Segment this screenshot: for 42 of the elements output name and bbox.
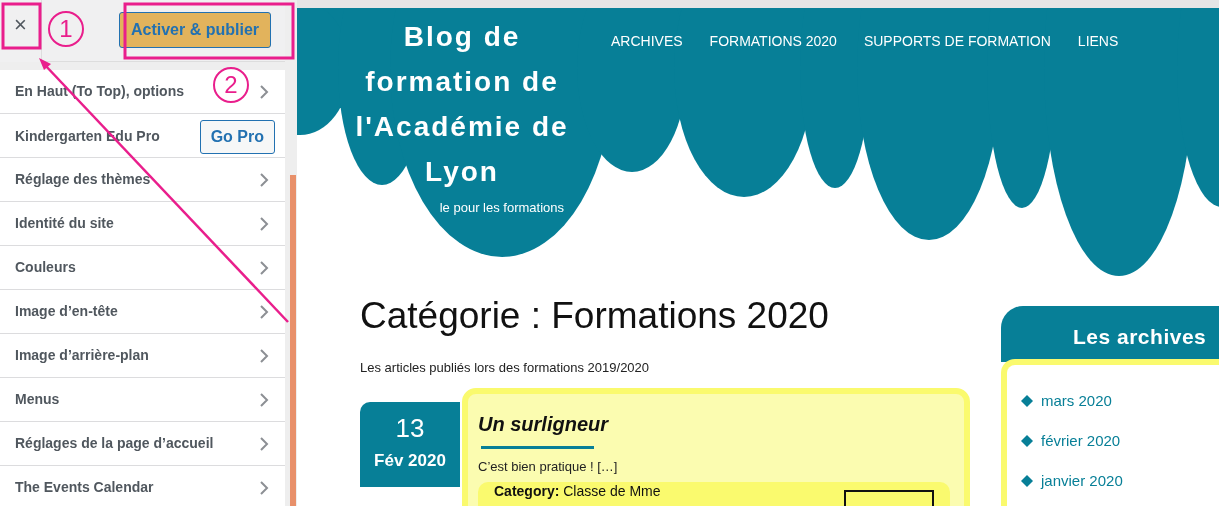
go-pro-button[interactable]: Go Pro	[199, 120, 275, 154]
diamond-icon	[1021, 475, 1033, 487]
diamond-icon	[1021, 395, 1033, 407]
chevron-icon	[259, 479, 269, 496]
category-heading: Catégorie : Formations 2020	[360, 294, 830, 338]
chevron-icon	[259, 171, 269, 188]
nav-link[interactable]: ARCHIVES	[611, 31, 683, 288]
diamond-icon	[1021, 435, 1033, 447]
site-tagline: le pour les formations	[438, 199, 565, 217]
section-item[interactable]: Réglages de la page d’accueil	[0, 422, 285, 466]
post-excerpt: C’est bien pratique ! […]	[478, 457, 619, 476]
widget-title: Les archives	[1001, 306, 1219, 362]
post-category: Category: Classe de Mme	[494, 484, 661, 502]
chevron-icon	[259, 215, 269, 232]
section-item[interactable]: Image d’arrière-plan	[0, 334, 285, 378]
nav-link[interactable]: SUPPORTS DE FORMATION	[863, 31, 1051, 288]
section-item[interactable]: Menus	[0, 378, 285, 422]
chevron-icon	[259, 391, 269, 408]
nav-link[interactable]: FORMATIONS 2020	[709, 31, 837, 288]
chevron-icon	[259, 83, 269, 100]
archive-link[interactable]: mars 2020	[1041, 389, 1112, 413]
nav-link[interactable]: LIENS	[1077, 31, 1119, 288]
section-item[interactable]: The Events Calendar	[0, 466, 285, 506]
highlight-frame	[1, 2, 42, 50]
date-day: 13	[360, 413, 460, 443]
section-item[interactable]: Couleurs	[0, 246, 285, 290]
section-item[interactable]: Réglage des thèmes	[0, 158, 285, 202]
chevron-icon	[259, 435, 269, 452]
date-month: Fév 2020	[373, 450, 447, 473]
chevron-icon	[259, 347, 269, 364]
archive-link[interactable]: janvier 2020	[1041, 469, 1123, 493]
archive-link[interactable]: février 2020	[1041, 429, 1121, 453]
step-number: 1	[48, 11, 84, 47]
section-item[interactable]: Identité du site	[0, 202, 285, 246]
step-number: 2	[213, 67, 249, 103]
chevron-icon	[259, 303, 269, 320]
chevron-icon	[259, 259, 269, 276]
section-item[interactable]: Image d’en-tête	[0, 290, 285, 334]
site-title: Blog de formation de l'Académie de Lyon	[354, 20, 570, 189]
category-description: Les articles publiés lors des formations 2019/2020	[360, 359, 651, 378]
scrollbar-thumb[interactable]	[290, 175, 296, 506]
post-title[interactable]: Un surligneur	[478, 411, 950, 436]
